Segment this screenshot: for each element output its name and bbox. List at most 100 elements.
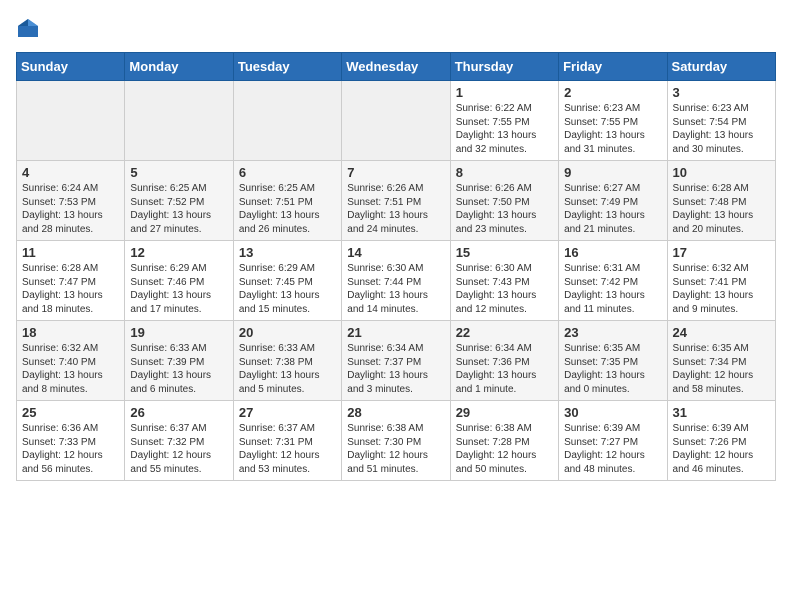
day-info: Sunrise: 6:23 AM Sunset: 7:54 PM Dayligh…	[673, 102, 770, 156]
calendar-cell: 22 Sunrise: 6:34 AM Sunset: 7:36 PM Dayli…	[450, 321, 558, 401]
day-number: 17	[673, 245, 770, 260]
day-number: 11	[22, 245, 119, 260]
day-number: 13	[239, 245, 336, 260]
day-info: Sunrise: 6:36 AM Sunset: 7:33 PM Dayligh…	[22, 422, 119, 476]
day-info: Sunrise: 6:34 AM Sunset: 7:37 PM Dayligh…	[347, 342, 444, 396]
calendar-cell: 30 Sunrise: 6:39 AM Sunset: 7:27 PM Dayli…	[559, 401, 667, 481]
day-info: Sunrise: 6:34 AM Sunset: 7:36 PM Dayligh…	[456, 342, 553, 396]
weekday-header-tuesday: Tuesday	[233, 53, 341, 81]
day-number: 19	[130, 325, 227, 340]
calendar-week-3: 11 Sunrise: 6:28 AM Sunset: 7:47 PM Dayli…	[17, 241, 776, 321]
day-info: Sunrise: 6:32 AM Sunset: 7:40 PM Dayligh…	[22, 342, 119, 396]
calendar-cell: 2 Sunrise: 6:23 AM Sunset: 7:55 PM Daylig…	[559, 81, 667, 161]
day-number: 2	[564, 85, 661, 100]
calendar-cell: 25Sunrise: 6:36 AM Sunset: 7:33 PM Dayli…	[17, 401, 125, 481]
calendar-week-5: 25Sunrise: 6:36 AM Sunset: 7:33 PM Dayli…	[17, 401, 776, 481]
day-info: Sunrise: 6:33 AM Sunset: 7:39 PM Dayligh…	[130, 342, 227, 396]
logo	[16, 16, 44, 40]
day-info: Sunrise: 6:23 AM Sunset: 7:55 PM Dayligh…	[564, 102, 661, 156]
day-info: Sunrise: 6:29 AM Sunset: 7:46 PM Dayligh…	[130, 262, 227, 316]
calendar-cell: 31Sunrise: 6:39 AM Sunset: 7:26 PM Dayli…	[667, 401, 775, 481]
day-number: 12	[130, 245, 227, 260]
calendar-cell: 5Sunrise: 6:25 AM Sunset: 7:52 PM Daylig…	[125, 161, 233, 241]
day-info: Sunrise: 6:30 AM Sunset: 7:43 PM Dayligh…	[456, 262, 553, 316]
calendar-cell: 3 Sunrise: 6:23 AM Sunset: 7:54 PM Daylig…	[667, 81, 775, 161]
day-info: Sunrise: 6:35 AM Sunset: 7:35 PM Dayligh…	[564, 342, 661, 396]
calendar-cell: 12 Sunrise: 6:29 AM Sunset: 7:46 PM Dayli…	[125, 241, 233, 321]
weekday-header-friday: Friday	[559, 53, 667, 81]
calendar-cell: 17 Sunrise: 6:32 AM Sunset: 7:41 PM Dayli…	[667, 241, 775, 321]
calendar-cell: 6 Sunrise: 6:25 AM Sunset: 7:51 PM Daylig…	[233, 161, 341, 241]
weekday-header-saturday: Saturday	[667, 53, 775, 81]
calendar-cell	[233, 81, 341, 161]
day-info: Sunrise: 6:39 AM Sunset: 7:27 PM Dayligh…	[564, 422, 661, 476]
logo-icon	[16, 16, 40, 40]
day-number: 18	[22, 325, 119, 340]
day-number: 29	[456, 405, 553, 420]
calendar-cell: 21 Sunrise: 6:34 AM Sunset: 7:37 PM Dayli…	[342, 321, 450, 401]
day-info: Sunrise: 6:26 AM Sunset: 7:50 PM Dayligh…	[456, 182, 553, 236]
day-info: Sunrise: 6:24 AM Sunset: 7:53 PM Dayligh…	[22, 182, 119, 236]
day-number: 10	[673, 165, 770, 180]
calendar-cell: 27 Sunrise: 6:37 AM Sunset: 7:31 PM Dayli…	[233, 401, 341, 481]
day-info: Sunrise: 6:25 AM Sunset: 7:51 PM Dayligh…	[239, 182, 336, 236]
day-number: 20	[239, 325, 336, 340]
calendar-cell: 26 Sunrise: 6:37 AM Sunset: 7:32 PM Dayli…	[125, 401, 233, 481]
day-info: Sunrise: 6:29 AM Sunset: 7:45 PM Dayligh…	[239, 262, 336, 316]
day-number: 23	[564, 325, 661, 340]
day-number: 1	[456, 85, 553, 100]
calendar-cell: 28 Sunrise: 6:38 AM Sunset: 7:30 PM Dayli…	[342, 401, 450, 481]
day-number: 28	[347, 405, 444, 420]
day-number: 5	[130, 165, 227, 180]
day-number: 3	[673, 85, 770, 100]
weekday-header-thursday: Thursday	[450, 53, 558, 81]
calendar-cell: 24Sunrise: 6:35 AM Sunset: 7:34 PM Dayli…	[667, 321, 775, 401]
day-number: 7	[347, 165, 444, 180]
day-number: 27	[239, 405, 336, 420]
calendar-cell: 14 Sunrise: 6:30 AM Sunset: 7:44 PM Dayli…	[342, 241, 450, 321]
calendar-cell	[125, 81, 233, 161]
day-number: 6	[239, 165, 336, 180]
calendar-cell: 18 Sunrise: 6:32 AM Sunset: 7:40 PM Dayli…	[17, 321, 125, 401]
calendar-cell: 1Sunrise: 6:22 AM Sunset: 7:55 PM Daylig…	[450, 81, 558, 161]
day-number: 22	[456, 325, 553, 340]
weekday-header-wednesday: Wednesday	[342, 53, 450, 81]
day-info: Sunrise: 6:28 AM Sunset: 7:47 PM Dayligh…	[22, 262, 119, 316]
day-number: 8	[456, 165, 553, 180]
day-info: Sunrise: 6:37 AM Sunset: 7:32 PM Dayligh…	[130, 422, 227, 476]
calendar-table: SundayMondayTuesdayWednesdayThursdayFrid…	[16, 52, 776, 481]
day-info: Sunrise: 6:38 AM Sunset: 7:30 PM Dayligh…	[347, 422, 444, 476]
day-number: 30	[564, 405, 661, 420]
day-info: Sunrise: 6:32 AM Sunset: 7:41 PM Dayligh…	[673, 262, 770, 316]
calendar-week-4: 18 Sunrise: 6:32 AM Sunset: 7:40 PM Dayli…	[17, 321, 776, 401]
calendar-cell: 15 Sunrise: 6:30 AM Sunset: 7:43 PM Dayli…	[450, 241, 558, 321]
day-number: 21	[347, 325, 444, 340]
day-number: 4	[22, 165, 119, 180]
day-number: 15	[456, 245, 553, 260]
day-info: Sunrise: 6:26 AM Sunset: 7:51 PM Dayligh…	[347, 182, 444, 236]
calendar-cell: 10 Sunrise: 6:28 AM Sunset: 7:48 PM Dayli…	[667, 161, 775, 241]
calendar-cell: 9Sunrise: 6:27 AM Sunset: 7:49 PM Daylig…	[559, 161, 667, 241]
day-number: 14	[347, 245, 444, 260]
calendar-cell: 23 Sunrise: 6:35 AM Sunset: 7:35 PM Dayli…	[559, 321, 667, 401]
calendar-week-1: 1Sunrise: 6:22 AM Sunset: 7:55 PM Daylig…	[17, 81, 776, 161]
calendar-week-2: 4 Sunrise: 6:24 AM Sunset: 7:53 PM Daylig…	[17, 161, 776, 241]
page-header	[16, 16, 776, 40]
weekday-header-row: SundayMondayTuesdayWednesdayThursdayFrid…	[17, 53, 776, 81]
calendar-cell	[17, 81, 125, 161]
day-number: 16	[564, 245, 661, 260]
calendar-cell: 8 Sunrise: 6:26 AM Sunset: 7:50 PM Daylig…	[450, 161, 558, 241]
calendar-cell: 16 Sunrise: 6:31 AM Sunset: 7:42 PM Dayli…	[559, 241, 667, 321]
day-info: Sunrise: 6:39 AM Sunset: 7:26 PM Dayligh…	[673, 422, 770, 476]
day-number: 26	[130, 405, 227, 420]
day-number: 24	[673, 325, 770, 340]
day-info: Sunrise: 6:37 AM Sunset: 7:31 PM Dayligh…	[239, 422, 336, 476]
weekday-header-sunday: Sunday	[17, 53, 125, 81]
calendar-cell: 19 Sunrise: 6:33 AM Sunset: 7:39 PM Dayli…	[125, 321, 233, 401]
day-info: Sunrise: 6:28 AM Sunset: 7:48 PM Dayligh…	[673, 182, 770, 236]
calendar-cell: 4 Sunrise: 6:24 AM Sunset: 7:53 PM Daylig…	[17, 161, 125, 241]
day-info: Sunrise: 6:31 AM Sunset: 7:42 PM Dayligh…	[564, 262, 661, 316]
calendar-cell	[342, 81, 450, 161]
day-info: Sunrise: 6:27 AM Sunset: 7:49 PM Dayligh…	[564, 182, 661, 236]
day-info: Sunrise: 6:30 AM Sunset: 7:44 PM Dayligh…	[347, 262, 444, 316]
